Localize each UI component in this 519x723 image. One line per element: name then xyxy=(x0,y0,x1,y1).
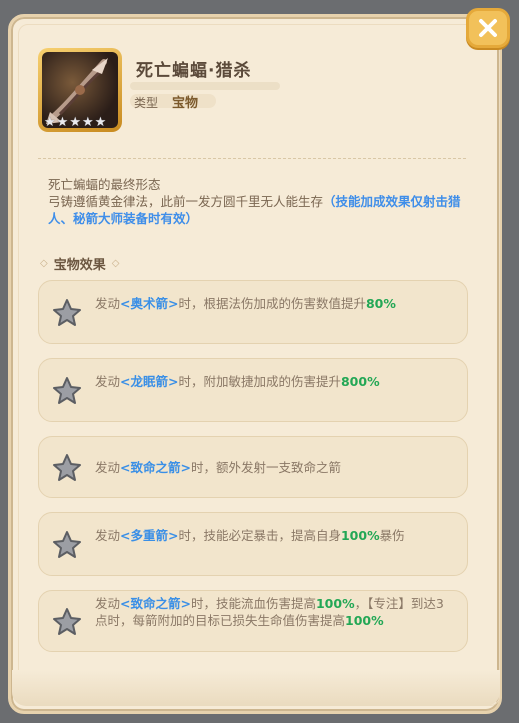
diamond-icon: ◇ xyxy=(40,258,48,269)
rating-star-icon: ★ xyxy=(81,115,94,130)
item-title: 死亡蝙蝠·猎杀 xyxy=(136,61,252,81)
item-description: 死亡蝙蝠的最终形态 弓铸遵循黄金律法，此前一发方圆千里无人能生存（技能加成效果仅… xyxy=(48,176,466,227)
effect-body: 时，根据法伤加成的伤害数值提升 xyxy=(178,296,366,311)
effect-prefix: 发动 xyxy=(95,296,121,311)
effect-body: 时，额外发射一支致命之箭 xyxy=(190,460,341,475)
effect-prefix: 发动 xyxy=(95,596,121,611)
effect-body: 时，附加敏捷加成的伤害提升 xyxy=(178,374,341,389)
skill-name: <多重箭> xyxy=(120,528,179,543)
effect-suffix: 暴伤 xyxy=(379,528,405,543)
effect-body: 时，技能流血伤害提高 xyxy=(190,596,316,611)
star-icon xyxy=(53,531,81,558)
rating-star-icon: ★ xyxy=(69,115,81,130)
effect-prefix: 发动 xyxy=(95,460,121,475)
item-icon-frame: ★ ★ ★ ★ ★ xyxy=(38,48,122,132)
section-header: ◇ 宝物效果 ◇ xyxy=(40,254,140,273)
title-underline xyxy=(130,82,280,90)
divider xyxy=(38,158,466,159)
effect-value: 100% xyxy=(345,613,384,628)
star-icon xyxy=(53,299,81,326)
rating-star-icon: ★ xyxy=(44,115,56,130)
skill-name: <龙眠箭> xyxy=(120,374,179,389)
skill-name: <致命之箭> xyxy=(120,460,191,475)
close-icon xyxy=(479,19,497,37)
star-icon xyxy=(53,608,81,635)
skill-name: <致命之箭> xyxy=(120,596,191,611)
effect-text: 发动<龙眠箭>时，附加敏捷加成的伤害提升800% xyxy=(95,373,449,390)
type-value: 宝物 xyxy=(172,96,199,111)
effect-value: 100% xyxy=(315,596,355,611)
diamond-icon: ◇ xyxy=(111,258,120,269)
rating-star-icon: ★ xyxy=(94,115,107,130)
effect-text: 发动<致命之箭>时，额外发射一支致命之箭 xyxy=(95,459,449,476)
close-button[interactable] xyxy=(466,8,510,48)
effect-body: 时，技能必定暴击，提高自身 xyxy=(178,528,341,543)
effect-card: 发动<多重箭>时，技能必定暴击，提高自身100%暴伤 xyxy=(38,512,468,576)
effect-value: 100% xyxy=(340,528,380,543)
effect-prefix: 发动 xyxy=(95,374,121,389)
star-icon xyxy=(53,454,81,481)
star-rating: ★ ★ ★ ★ ★ xyxy=(44,115,106,130)
effect-text: 发动<奥术箭>时，根据法伤加成的伤害数值提升80% xyxy=(95,295,449,312)
description-text: 弓铸遵循黄金律法，此前一发方圆千里无人能生存 xyxy=(48,194,324,209)
skill-name: <奥术箭> xyxy=(120,296,179,311)
description-line: 弓铸遵循黄金律法，此前一发方圆千里无人能生存（技能加成效果仅射击猎人、秘箭大师装… xyxy=(48,193,466,227)
rating-star-icon: ★ xyxy=(56,115,69,130)
effect-prefix: 发动 xyxy=(95,528,121,543)
effect-card: 发动<致命之箭>时，技能流血伤害提高100%，【专注】到达3点时，每箭附加的目标… xyxy=(38,590,468,652)
type-label: 类型 xyxy=(134,96,159,110)
section-title: 宝物效果 xyxy=(53,258,106,273)
effect-value: 800% xyxy=(340,374,380,389)
effect-card: 发动<致命之箭>时，额外发射一支致命之箭 xyxy=(38,436,468,498)
effect-card: 发动<奥术箭>时，根据法伤加成的伤害数值提升80% xyxy=(38,280,468,344)
effect-text: 发动<多重箭>时，技能必定暴击，提高自身100%暴伤 xyxy=(95,527,449,544)
star-icon xyxy=(53,377,81,404)
item-type-row: 类型 宝物 xyxy=(134,92,198,111)
ground-decoration xyxy=(12,670,500,706)
effect-card: 发动<龙眠箭>时，附加敏捷加成的伤害提升800% xyxy=(38,358,468,422)
description-line: 死亡蝙蝠的最终形态 xyxy=(48,177,161,192)
effect-value: 80% xyxy=(365,296,396,311)
effect-text: 发动<致命之箭>时，技能流血伤害提高100%，【专注】到达3点时，每箭附加的目标… xyxy=(95,595,449,629)
